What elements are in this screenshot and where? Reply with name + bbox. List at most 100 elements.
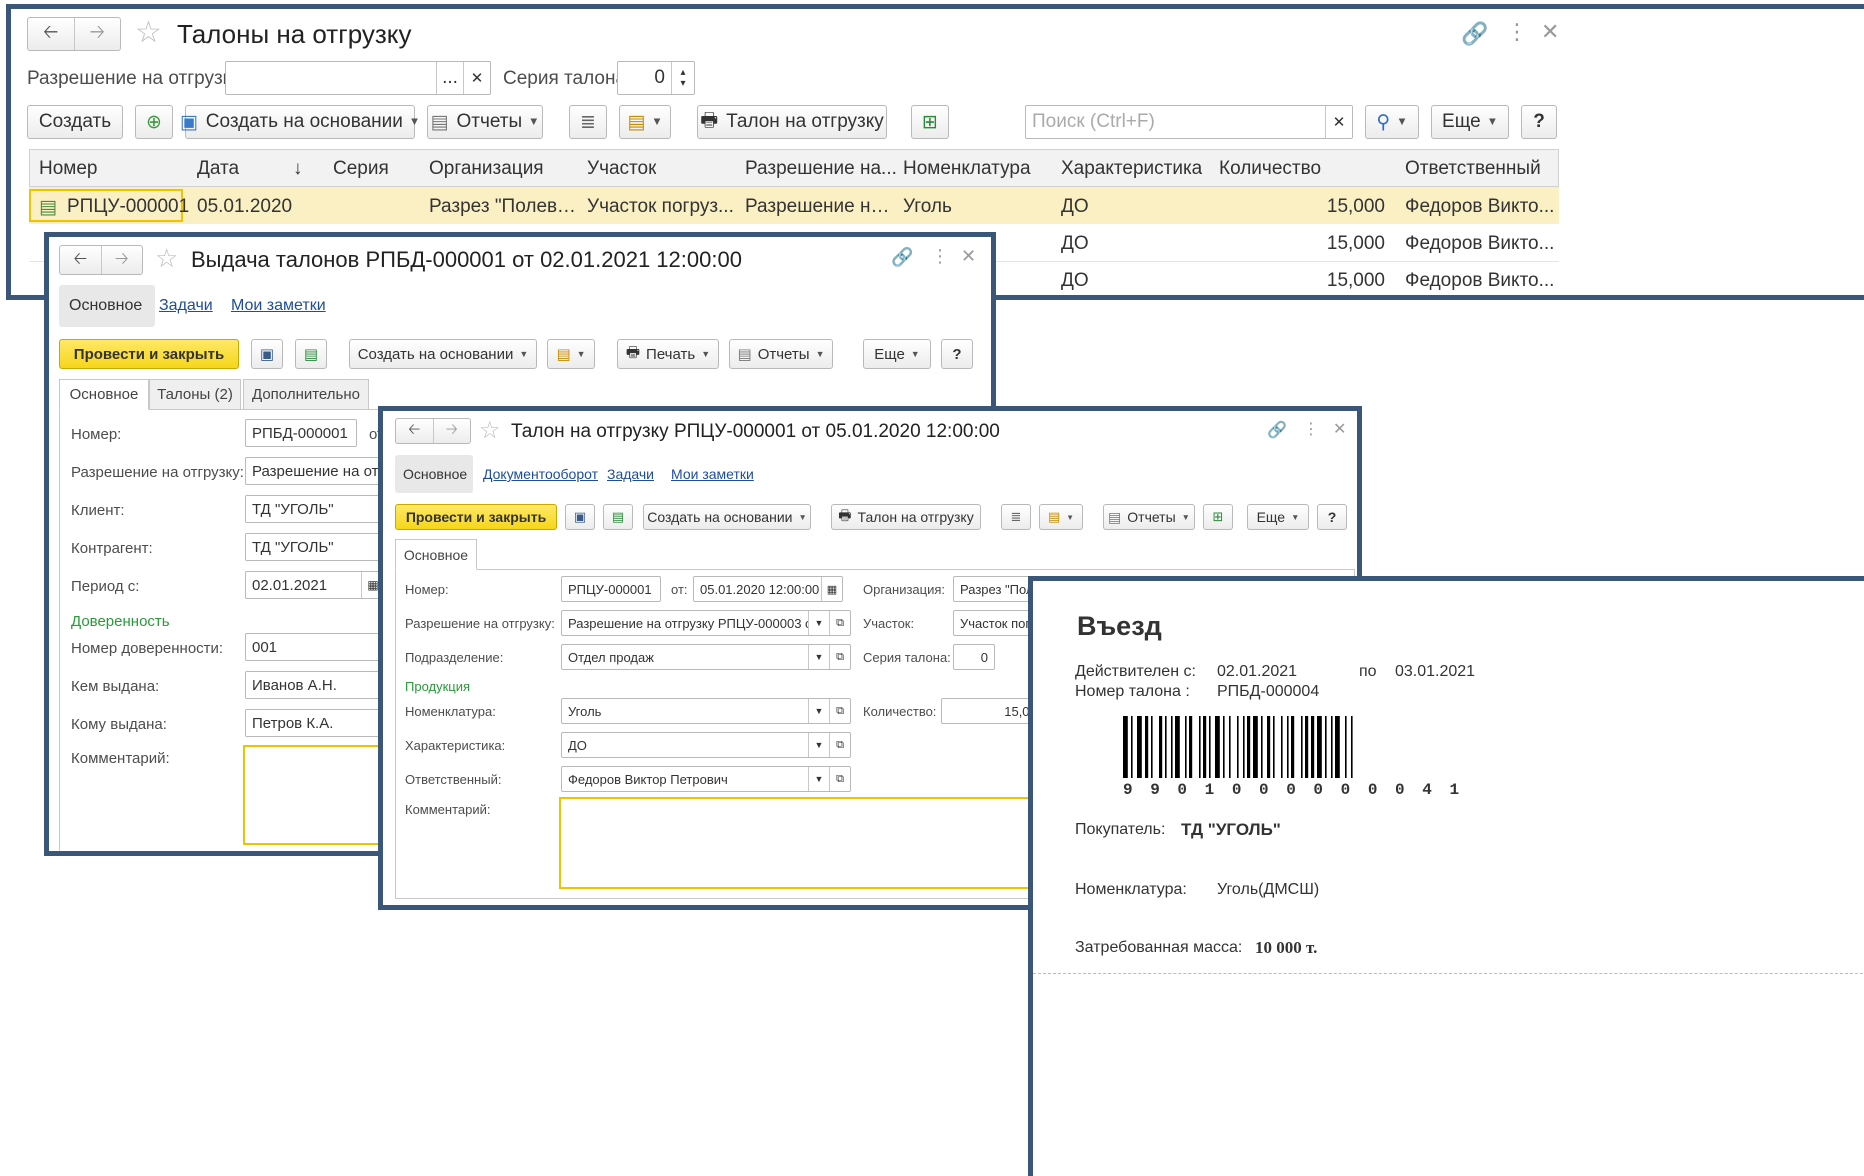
nav-main[interactable]: Основное — [69, 297, 142, 315]
forward-arrow-icon[interactable]: 🡢 — [100, 246, 143, 274]
post-icon[interactable]: ▤ — [295, 339, 327, 369]
reports-button[interactable]: ▤ Отчеты ▼ — [729, 339, 833, 369]
number-field[interactable]: РПБД-000001 — [245, 419, 357, 447]
issued-by-field[interactable]: Иванов А.Н. — [245, 671, 395, 699]
dept-field[interactable]: Отдел продаж ▼ ⧉ — [561, 644, 851, 670]
link-icon[interactable]: 🔗 — [891, 247, 913, 268]
help-button[interactable]: ? — [1521, 105, 1557, 139]
star-icon[interactable]: ☆ — [479, 416, 501, 445]
search-button[interactable]: ⚲ ▼ — [1365, 105, 1419, 139]
dropdown-icon[interactable]: ▼ — [808, 733, 829, 757]
add-table-icon[interactable]: ⊞ — [1203, 504, 1233, 530]
date-field[interactable]: 05.01.2020 12:00:00 ▦ — [693, 576, 843, 602]
nav-main[interactable]: Основное — [403, 466, 467, 482]
clear-search-icon[interactable]: ✕ — [1325, 106, 1352, 138]
column-header[interactable]: Характеристика — [1061, 158, 1202, 180]
tab-main[interactable]: Основное — [59, 379, 149, 410]
back-arrow-icon[interactable]: 🡠 — [60, 246, 101, 274]
nav-notes[interactable]: Мои заметки — [231, 297, 326, 315]
dropdown-icon[interactable]: ▼ — [808, 699, 829, 723]
contractor-field[interactable]: ТД "УГОЛЬ" — [245, 533, 395, 561]
back-arrow-icon[interactable]: 🡠 — [396, 419, 433, 443]
save-icon[interactable]: ▣ — [565, 504, 595, 530]
stepper-arrows[interactable]: ▴ ▾ — [671, 62, 694, 94]
link-icon[interactable]: 🔗 — [1267, 420, 1287, 440]
link-icon[interactable]: 🔗 — [1461, 21, 1488, 47]
open-icon[interactable]: ⧉ — [829, 611, 850, 635]
open-icon[interactable]: ⧉ — [829, 767, 850, 791]
column-header[interactable]: Разрешение на... — [745, 158, 897, 180]
add-table-icon[interactable]: ⊞ — [911, 105, 949, 139]
column-header[interactable]: Ответственный — [1405, 158, 1541, 180]
comment-field[interactable] — [559, 797, 1039, 889]
kebab-menu-icon[interactable]: ⋮ — [931, 246, 949, 267]
column-header[interactable]: Участок — [587, 158, 656, 180]
column-header[interactable]: Серия — [333, 158, 389, 180]
kebab-menu-icon[interactable]: ⋮ — [1303, 419, 1319, 439]
star-icon[interactable]: ☆ — [155, 243, 178, 274]
list-icon[interactable]: ≣ — [569, 105, 607, 139]
report-menu-button[interactable]: ▤ ▼ — [619, 105, 671, 139]
forward-arrow-icon[interactable]: 🡢 — [432, 419, 471, 443]
report-menu-button[interactable]: ▤ ▼ — [547, 339, 595, 369]
create-copy-icon[interactable]: ⊕ — [135, 105, 173, 139]
create-based-button[interactable]: Создать на основании ▼ — [643, 504, 811, 530]
number-field[interactable]: РПЦУ-000001 — [561, 576, 661, 602]
close-icon[interactable]: ✕ — [1541, 19, 1559, 45]
dropdown-icon[interactable]: ▼ — [808, 611, 829, 635]
tab-tickets[interactable]: Талоны (2) — [149, 379, 241, 410]
permit-field[interactable]: Разрешение на отгрузку РПЦУ-000003 от ▼ … — [561, 610, 851, 636]
search-input[interactable]: Поиск (Ctrl+F) ✕ — [1025, 105, 1353, 139]
nomen-field[interactable]: Уголь ▼ ⧉ — [561, 698, 851, 724]
print-ticket-button[interactable]: 🖶 Талон на отгрузку — [697, 105, 887, 139]
create-based-button[interactable]: Создать на основании ▼ — [349, 339, 537, 369]
report-menu-button[interactable]: ▤ ▼ — [1039, 504, 1083, 530]
nav-tasks[interactable]: Задачи — [607, 466, 654, 482]
choose-button[interactable]: ... — [436, 62, 463, 94]
create-button[interactable]: Создать — [27, 105, 123, 139]
poa-number-field[interactable]: 001 — [245, 633, 395, 661]
print-ticket-button[interactable]: 🖶 Талон на отгрузку — [831, 504, 981, 530]
list-icon[interactable]: ≣ — [1001, 504, 1031, 530]
nav-tasks[interactable]: Задачи — [159, 297, 213, 315]
open-icon[interactable]: ⧉ — [829, 645, 850, 669]
column-header[interactable]: Номер — [39, 158, 97, 180]
tab-main[interactable]: Основное — [395, 539, 477, 570]
save-icon[interactable]: ▣ — [251, 339, 283, 369]
client-field[interactable]: ТД "УГОЛЬ" — [245, 495, 395, 523]
post-icon[interactable]: ▤ — [603, 504, 633, 530]
column-header[interactable]: Организация — [429, 158, 544, 180]
period-field[interactable]: 02.01.2021 ▦ — [245, 571, 385, 599]
close-icon[interactable]: ✕ — [961, 246, 976, 267]
open-icon[interactable]: ⧉ — [829, 733, 850, 757]
dropdown-icon[interactable]: ▼ — [808, 645, 829, 669]
reports-button[interactable]: ▤ Отчеты ▼ — [1103, 504, 1195, 530]
char-field[interactable]: ДО ▼ ⧉ — [561, 732, 851, 758]
dropdown-icon[interactable]: ▼ — [808, 767, 829, 791]
open-icon[interactable]: ⧉ — [829, 699, 850, 723]
series-field[interactable]: 0 — [953, 644, 995, 670]
post-close-button[interactable]: Провести и закрыть — [395, 504, 557, 530]
kebab-menu-icon[interactable]: ⋮ — [1506, 19, 1528, 45]
nav-notes[interactable]: Мои заметки — [671, 466, 754, 482]
clear-icon[interactable]: ✕ — [463, 62, 490, 94]
filter-input[interactable]: ... ✕ — [225, 61, 491, 95]
forward-arrow-icon[interactable]: 🡢 — [73, 18, 121, 50]
permit-field[interactable]: Разрешение на отгрузку — [245, 457, 395, 485]
post-close-button[interactable]: Провести и закрыть — [59, 339, 239, 369]
column-header[interactable]: Дата — [197, 158, 239, 180]
resp-field[interactable]: Федоров Виктор Петрович ▼ ⧉ — [561, 766, 851, 792]
create-based-button[interactable]: ▣ Создать на основании ▼ — [180, 105, 420, 139]
column-header[interactable]: Количество — [1219, 158, 1321, 180]
issued-to-field[interactable]: Петров К.А. — [245, 709, 395, 737]
reports-button[interactable]: ▤ Отчеты ▼ — [427, 105, 543, 139]
back-arrow-icon[interactable]: 🡠 — [28, 18, 74, 50]
star-icon[interactable]: ☆ — [135, 15, 162, 50]
close-icon[interactable]: ✕ — [1333, 419, 1346, 439]
more-button[interactable]: Еще ▼ — [1247, 504, 1309, 530]
calendar-icon[interactable]: ▦ — [821, 577, 842, 601]
more-button[interactable]: Еще ▼ — [1431, 105, 1509, 139]
more-button[interactable]: Еще ▼ — [863, 339, 931, 369]
help-button[interactable]: ? — [941, 339, 973, 369]
print-button[interactable]: 🖶 Печать ▼ — [617, 339, 719, 369]
